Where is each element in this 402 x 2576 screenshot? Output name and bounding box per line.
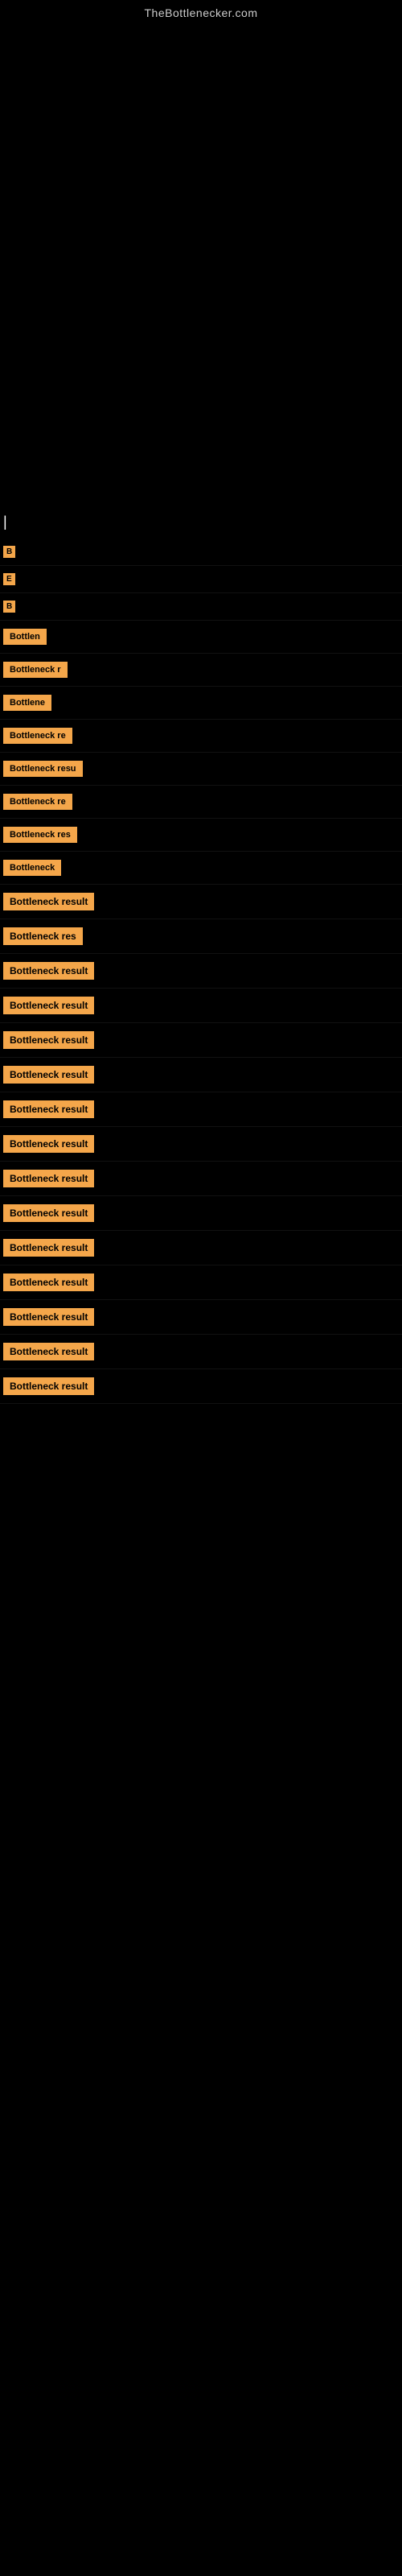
result-row: Bottleneck r — [0, 654, 402, 687]
result-item-9[interactable]: Bottleneck re — [3, 794, 72, 810]
result-row: B — [0, 539, 402, 566]
chart-area — [0, 23, 402, 506]
result-row: Bottleneck res — [0, 919, 402, 954]
result-row: Bottleneck result — [0, 885, 402, 919]
result-item-19[interactable]: Bottleneck result — [3, 1135, 94, 1153]
result-item-4[interactable]: Bottlen — [3, 629, 47, 645]
result-item-1[interactable]: B — [3, 546, 15, 558]
result-row: Bottleneck res — [0, 819, 402, 852]
result-row: Bottleneck result — [0, 1058, 402, 1092]
site-title: TheBottlenecker.com — [0, 0, 402, 23]
result-row: Bottlene — [0, 687, 402, 720]
result-item-16[interactable]: Bottleneck result — [3, 1031, 94, 1049]
result-item-7[interactable]: Bottleneck re — [3, 728, 72, 744]
result-row: Bottleneck result — [0, 1300, 402, 1335]
result-row: Bottleneck re — [0, 720, 402, 753]
result-row: Bottleneck result — [0, 1335, 402, 1369]
result-item-12[interactable]: Bottleneck result — [3, 893, 94, 910]
result-item-3[interactable]: B — [3, 601, 15, 613]
result-item-23[interactable]: Bottleneck result — [3, 1274, 94, 1291]
site-header: TheBottlenecker.com — [0, 0, 402, 23]
result-row: Bottleneck result — [0, 1092, 402, 1127]
result-item-5[interactable]: Bottleneck r — [3, 662, 68, 678]
result-item-22[interactable]: Bottleneck result — [3, 1239, 94, 1257]
result-item-17[interactable]: Bottleneck result — [3, 1066, 94, 1084]
result-row: Bottleneck result — [0, 989, 402, 1023]
result-row: Bottleneck result — [0, 1231, 402, 1265]
results-section: B E B Bottlen Bottleneck r Bottlene Bott… — [0, 539, 402, 1404]
result-item-26[interactable]: Bottleneck result — [3, 1377, 94, 1395]
result-item-18[interactable]: Bottleneck result — [3, 1100, 94, 1118]
result-item-25[interactable]: Bottleneck result — [3, 1343, 94, 1360]
result-row: Bottleneck result — [0, 1369, 402, 1404]
result-row: Bottlen — [0, 621, 402, 654]
result-row: Bottleneck result — [0, 1127, 402, 1162]
result-item-2[interactable]: E — [3, 573, 15, 585]
result-item-20[interactable]: Bottleneck result — [3, 1170, 94, 1187]
result-row: E — [0, 566, 402, 593]
cursor-indicator: | — [0, 506, 402, 539]
result-row: B — [0, 593, 402, 621]
result-item-21[interactable]: Bottleneck result — [3, 1204, 94, 1222]
result-row: Bottleneck result — [0, 1265, 402, 1300]
result-item-14[interactable]: Bottleneck result — [3, 962, 94, 980]
result-row: Bottleneck result — [0, 1196, 402, 1231]
result-item-10[interactable]: Bottleneck res — [3, 827, 77, 843]
result-item-8[interactable]: Bottleneck resu — [3, 761, 83, 777]
result-row: Bottleneck result — [0, 954, 402, 989]
result-item-6[interactable]: Bottlene — [3, 695, 51, 711]
result-row: Bottleneck resu — [0, 753, 402, 786]
result-item-15[interactable]: Bottleneck result — [3, 997, 94, 1014]
result-row: Bottleneck re — [0, 786, 402, 819]
result-item-13[interactable]: Bottleneck res — [3, 927, 83, 945]
result-item-11[interactable]: Bottleneck — [3, 860, 61, 876]
result-item-24[interactable]: Bottleneck result — [3, 1308, 94, 1326]
result-row: Bottleneck result — [0, 1162, 402, 1196]
result-row: Bottleneck result — [0, 1023, 402, 1058]
result-row: Bottleneck — [0, 852, 402, 885]
